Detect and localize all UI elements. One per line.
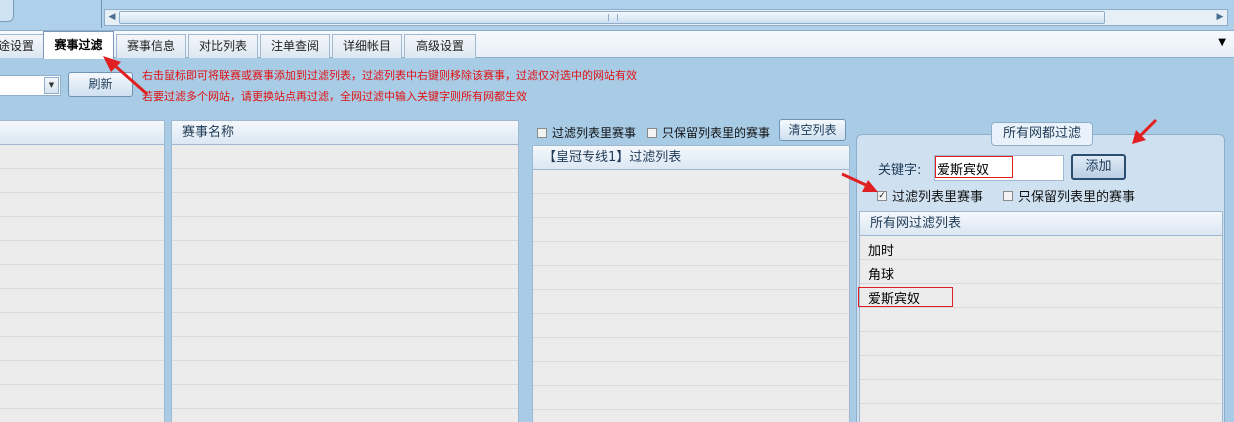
global-filter-in-list-label: 过滤列表里赛事 [892, 190, 984, 205]
filter-in-list-checkbox[interactable]: 过滤列表里赛事 [537, 124, 636, 141]
scrollbar-thumb[interactable] [119, 11, 1105, 24]
scroll-left-icon[interactable]: ◀ [105, 10, 119, 25]
global-filter-list-header: 所有网过滤列表 [860, 212, 1222, 236]
site-filter-list[interactable]: 【皇冠专线1】过滤列表 [532, 145, 850, 422]
hint-text-line1: 右击鼠标即可将联赛或赛事添加到过滤列表，过滤列表中右键则移除该赛事，过滤仅对选中… [142, 69, 637, 82]
global-filter-list-rows [860, 236, 1222, 422]
horizontal-scrollbar[interactable]: ◀ ▶ [104, 9, 1228, 26]
tab-account-details[interactable]: 详细帐目 [332, 34, 402, 58]
global-filter-in-list-checkbox[interactable]: ✓ 过滤列表里赛事 [877, 186, 983, 205]
tab-bet-lookup[interactable]: 注单查阅 [260, 34, 330, 58]
chevron-down-icon[interactable]: ▼ [44, 77, 59, 94]
match-grid-rows [172, 145, 518, 422]
site-filter-list-header: 【皇冠专线1】过滤列表 [533, 146, 849, 170]
list-item-highlight-box [858, 287, 953, 307]
keep-only-checkbox[interactable]: 只保留列表里的赛事 [647, 124, 770, 141]
global-keep-only-checkbox[interactable]: 只保留列表里的赛事 [1003, 186, 1135, 205]
scroll-right-icon[interactable]: ▶ [1213, 10, 1227, 25]
list-item[interactable]: 加时 [868, 240, 894, 259]
add-keyword-button[interactable]: 添加 [1071, 154, 1126, 180]
league-grid-rows [0, 145, 164, 422]
tab-advanced-settings[interactable]: 高级设置 [404, 34, 476, 58]
tab-list-dropdown-icon[interactable]: ▼ [1218, 37, 1226, 48]
checkbox-icon[interactable] [647, 127, 657, 138]
keep-only-label: 只保留列表里的赛事 [662, 126, 771, 140]
match-grid[interactable]: 赛事名称 [171, 120, 519, 422]
site-filter-list-rows [533, 170, 849, 422]
tab-settings-partial[interactable]: 途设置 [0, 34, 44, 58]
checkbox-icon[interactable] [537, 127, 547, 138]
panel-divider [101, 0, 102, 28]
grip-icon [608, 14, 618, 21]
league-grid-header [0, 121, 164, 145]
global-filter-title: 所有网都过滤 [991, 122, 1093, 146]
annotation-arrow-icon [103, 56, 148, 96]
annotation-arrow-icon [841, 172, 878, 192]
checkbox-icon[interactable] [1003, 190, 1013, 201]
clear-list-button[interactable]: 清空列表 [779, 119, 846, 141]
keyword-label: 关键字: [878, 163, 922, 178]
tab-bar: 途设置 赛事过滤 赛事信息 对比列表 注单查阅 详细帐目 高级设置 ▼ [0, 30, 1234, 59]
hint-text-line2: 若要过滤多个网站，请更换站点再过滤，全网过滤中输入关键字则所有网都生效 [142, 90, 527, 103]
annotation-arrow-icon [1132, 118, 1158, 144]
global-keep-only-label: 只保留列表里的赛事 [1018, 190, 1136, 205]
match-grid-header: 赛事名称 [172, 121, 518, 145]
global-filter-list[interactable]: 所有网过滤列表 [859, 211, 1223, 422]
tab-compare-list[interactable]: 对比列表 [188, 34, 258, 58]
keyword-highlight-box [935, 156, 1013, 178]
league-grid[interactable] [0, 120, 165, 422]
top-left-control [0, 0, 14, 22]
site-select[interactable]: ▼ [0, 75, 61, 96]
list-item[interactable]: 角球 [868, 264, 894, 283]
filter-in-list-label: 过滤列表里赛事 [552, 126, 637, 140]
